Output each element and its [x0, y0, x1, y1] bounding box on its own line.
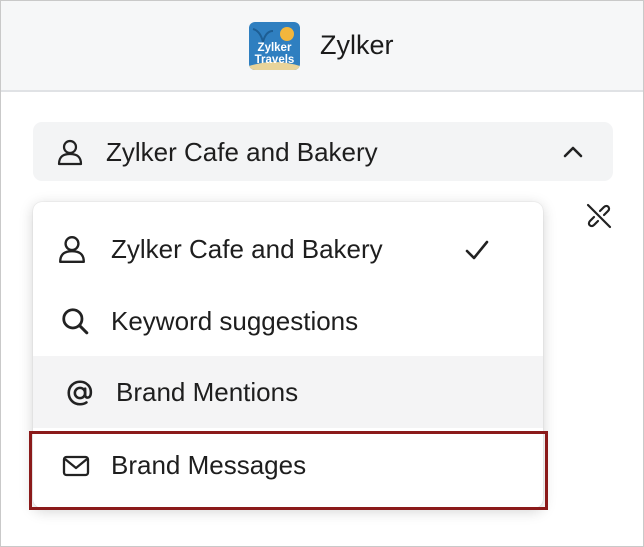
- search-icon: [62, 308, 89, 335]
- profile-selector-label: Zylker Cafe and Bakery: [106, 137, 378, 167]
- user-icon: [59, 236, 85, 264]
- app-panel: Zylker Travels Zylker Zylker Cafe and Ba…: [0, 0, 644, 547]
- menu-item-keyword-suggestions[interactable]: Keyword suggestions: [33, 285, 543, 357]
- menu-item-zylker-cafe-and-bakery[interactable]: Zylker Cafe and Bakery: [33, 213, 543, 285]
- menu-item-label: Zylker Cafe and Bakery: [111, 234, 383, 264]
- menu-item-label: Keyword suggestions: [111, 306, 359, 336]
- highlight-annotation-box: [29, 431, 548, 510]
- at-sign-icon: [67, 380, 93, 406]
- brand-name: Zylker: [320, 30, 394, 60]
- header-bar: Zylker Travels Zylker: [1, 1, 643, 92]
- chevron-up-icon[interactable]: [561, 140, 585, 164]
- profile-selector[interactable]: Zylker Cafe and Bakery: [33, 122, 613, 181]
- menu-item-label: Brand Mentions: [116, 377, 299, 407]
- logo-text-line-2: Travels: [255, 54, 295, 66]
- menu-item-brand-mentions[interactable]: Brand Mentions: [33, 356, 543, 428]
- user-icon: [57, 139, 83, 166]
- logo-text-line-1: Zylker: [258, 42, 292, 54]
- zylker-travels-logo: Zylker Travels: [249, 22, 300, 70]
- checkmark-icon: [465, 240, 489, 260]
- unlink-icon[interactable]: [584, 201, 614, 231]
